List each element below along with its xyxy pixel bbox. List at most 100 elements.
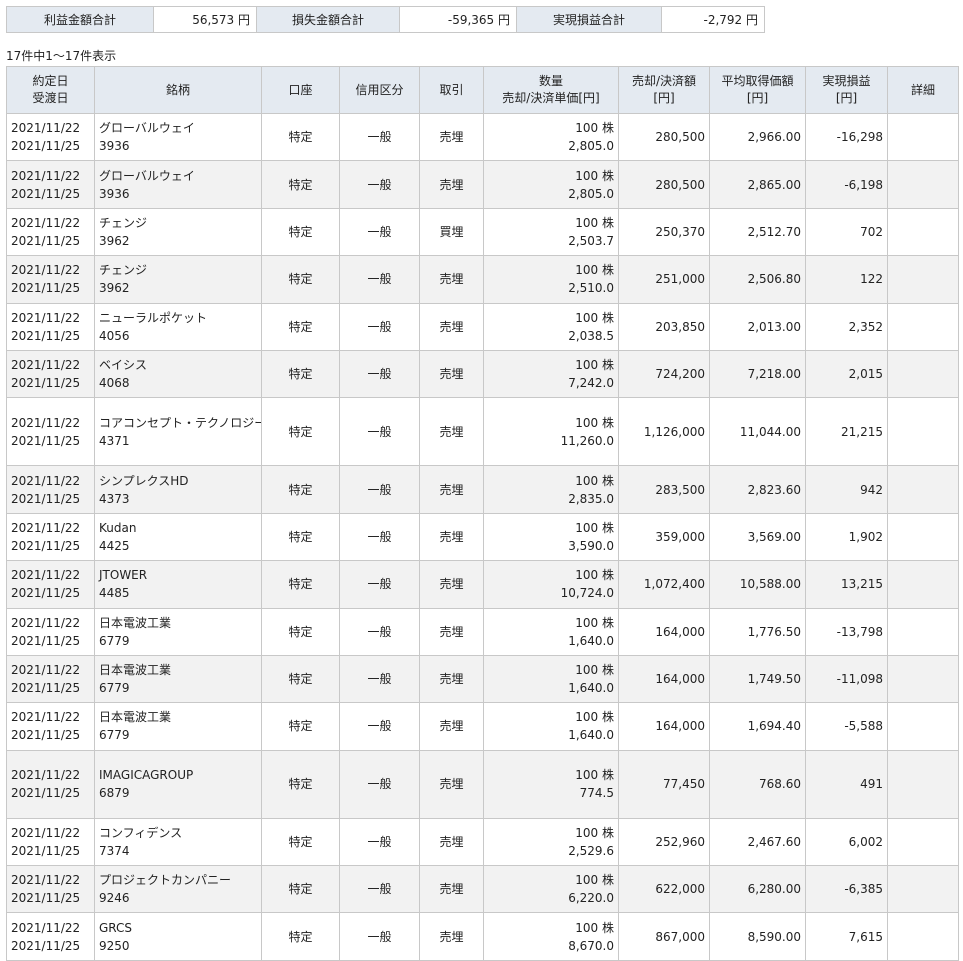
contract-date: 2021/11/22 — [11, 568, 81, 583]
trade-cell: 売埋 — [419, 302, 484, 351]
detail-cell — [887, 207, 959, 257]
unit-price: 7,242.0 — [568, 376, 614, 391]
header-pl-line1: 実現損益 — [822, 74, 871, 88]
credit-cell: 一般 — [339, 255, 420, 304]
account-cell: 特定 — [261, 207, 340, 257]
realized-pl-cell: -6,198 — [805, 160, 888, 209]
stock-cell: ベイシス 4068 — [94, 349, 262, 399]
credit-cell: 一般 — [339, 654, 420, 704]
stock-name: グローバルウェイ — [99, 121, 195, 136]
trade-cell: 売埋 — [419, 654, 484, 704]
stock-name: シンプレクスHD — [99, 473, 189, 488]
quantity-cell: 100 株 6,220.0 — [483, 865, 619, 914]
avg-cost-cell: 2,512.70 — [709, 207, 806, 257]
settle-date: 2021/11/25 — [11, 186, 81, 201]
contract-date: 2021/11/22 — [11, 520, 81, 535]
credit-cell: 一般 — [339, 112, 420, 162]
amount-cell: 252,960 — [618, 817, 710, 867]
avg-cost-cell: 1,776.50 — [709, 607, 806, 656]
quantity: 100 株 — [575, 520, 614, 535]
quantity-cell: 100 株 2,510.0 — [483, 255, 619, 304]
settle-date: 2021/11/25 — [11, 586, 81, 601]
table-row: 2021/11/22 2021/11/25 チェンジ 3962 特定 一般 売埋 100 株 2… — [6, 255, 959, 304]
credit-cell: 一般 — [339, 817, 420, 867]
unit-price: 1,640.0 — [568, 728, 614, 743]
quantity-cell: 100 株 1,640.0 — [483, 607, 619, 656]
amount-cell: 77,450 — [618, 749, 710, 819]
unit-price: 2,510.0 — [568, 281, 614, 296]
table-row: 2021/11/22 2021/11/25 日本電波工業 6779 特定 一般 売埋 100 … — [6, 702, 959, 751]
realized-pl-cell: 6,002 — [805, 817, 888, 867]
unit-price: 2,503.7 — [568, 233, 614, 248]
unit-price: 2,038.5 — [568, 328, 614, 343]
trade-cell: 売埋 — [419, 112, 484, 162]
trade-cell: 売埋 — [419, 397, 484, 467]
unit-price: 10,724.0 — [560, 586, 614, 601]
account-cell: 特定 — [261, 702, 340, 751]
realized-pl-cell: 2,352 — [805, 302, 888, 351]
table-row: 2021/11/22 2021/11/25 日本電波工業 6779 特定 一般 売埋 100 … — [6, 607, 959, 656]
date-cell: 2021/11/22 2021/11/25 — [6, 207, 95, 257]
settle-date: 2021/11/25 — [11, 633, 81, 648]
header-amount-line1: 売却/決済額 — [631, 74, 697, 88]
unit-price: 774.5 — [579, 786, 614, 801]
settle-date: 2021/11/25 — [11, 938, 81, 953]
realized-total-label: 実現損益合計 — [516, 6, 662, 33]
avg-cost-cell: 8,590.00 — [709, 912, 806, 961]
quantity-cell: 100 株 2,805.0 — [483, 160, 619, 209]
table-row: 2021/11/22 2021/11/25 JTOWER 4485 特定 一般 売埋 100 … — [6, 560, 959, 609]
unit-price: 11,260.0 — [560, 433, 614, 448]
quantity-cell: 100 株 2,503.7 — [483, 207, 619, 257]
quantity: 100 株 — [575, 825, 614, 840]
stock-cell: コアコンセプト・テクノロジー 4371 — [94, 397, 262, 467]
stock-code: 4485 — [99, 586, 130, 601]
date-cell: 2021/11/22 2021/11/25 — [6, 607, 95, 656]
trade-cell: 売埋 — [419, 607, 484, 656]
quantity: 100 株 — [575, 615, 614, 630]
quantity: 100 株 — [575, 263, 614, 278]
date-cell: 2021/11/22 2021/11/25 — [6, 112, 95, 162]
contract-date: 2021/11/22 — [11, 415, 81, 430]
stock-cell: IMAGICAGROUP 6879 — [94, 749, 262, 819]
summary-table: 利益金額合計 56,573 円 損失金額合計 -59,365 円 実現損益合計 … — [6, 6, 765, 33]
header-quantity-line1: 数量 — [538, 74, 563, 88]
date-cell: 2021/11/22 2021/11/25 — [6, 817, 95, 867]
loss-total-value: -59,365 円 — [399, 6, 517, 33]
avg-cost-cell: 2,506.80 — [709, 255, 806, 304]
credit-cell: 一般 — [339, 349, 420, 399]
realized-pl-cell: 491 — [805, 749, 888, 819]
unit-price: 6,220.0 — [568, 891, 614, 906]
settle-date: 2021/11/25 — [11, 786, 81, 801]
trade-cell: 売埋 — [419, 912, 484, 961]
trade-cell: 売埋 — [419, 160, 484, 209]
stock-name: JTOWER — [99, 568, 148, 583]
table-row: 2021/11/22 2021/11/25 シンプレクスHD 4373 特定 一般 売埋 10… — [6, 465, 959, 514]
quantity: 100 株 — [575, 215, 614, 230]
detail-cell — [887, 817, 959, 867]
amount-cell: 280,500 — [618, 160, 710, 209]
stock-cell: 日本電波工業 6779 — [94, 702, 262, 751]
header-credit: 信用区分 — [339, 66, 420, 114]
stock-code: 7374 — [99, 843, 130, 858]
credit-cell: 一般 — [339, 865, 420, 914]
detail-cell — [887, 702, 959, 751]
stock-name: 日本電波工業 — [99, 710, 172, 725]
unit-price: 1,640.0 — [568, 633, 614, 648]
account-cell: 特定 — [261, 654, 340, 704]
settle-date: 2021/11/25 — [11, 491, 81, 506]
stock-code: 6879 — [99, 786, 130, 801]
amount-cell: 251,000 — [618, 255, 710, 304]
avg-cost-cell: 2,823.60 — [709, 465, 806, 514]
stock-code: 3936 — [99, 186, 130, 201]
settle-date: 2021/11/25 — [11, 681, 81, 696]
date-cell: 2021/11/22 2021/11/25 — [6, 560, 95, 609]
stock-name: Kudan — [99, 520, 137, 535]
table-row: 2021/11/22 2021/11/25 IMAGICAGROUP 6879 特定 一般… — [6, 749, 959, 819]
settle-date: 2021/11/25 — [11, 281, 81, 296]
header-account: 口座 — [261, 66, 340, 114]
contract-date: 2021/11/22 — [11, 768, 81, 783]
contract-date: 2021/11/22 — [11, 825, 81, 840]
table-row: 2021/11/22 2021/11/25 Kudan 4425 特定 一般 売埋 100 株… — [6, 512, 959, 562]
stock-name: コンフィデンス — [99, 825, 183, 840]
trade-cell: 売埋 — [419, 349, 484, 399]
